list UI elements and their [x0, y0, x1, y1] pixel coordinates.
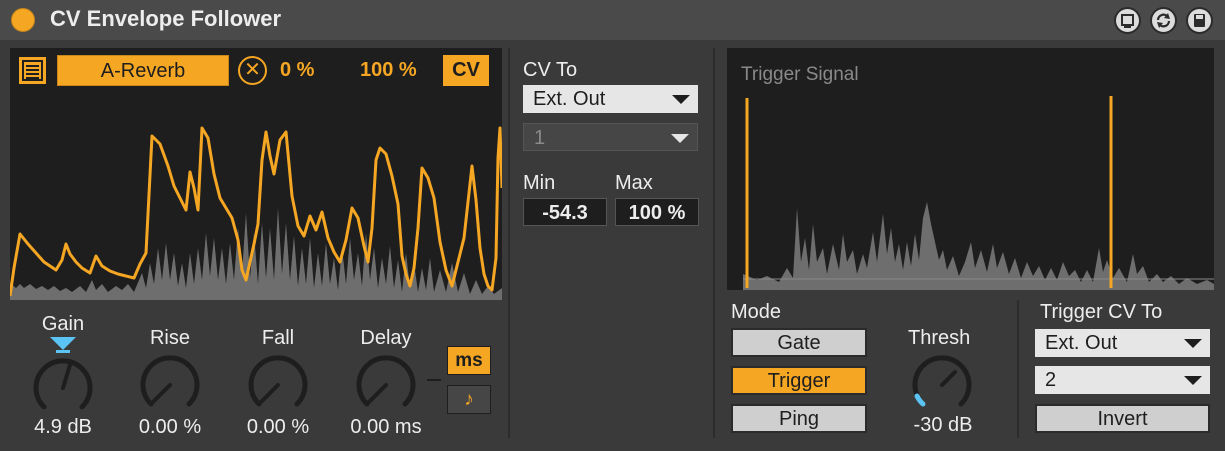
max-value-box[interactable]: 100 %: [615, 198, 699, 226]
save-preset-button[interactable]: [1186, 7, 1213, 34]
cv-channel-dropdown[interactable]: 1: [523, 123, 698, 151]
chevron-down-icon: [671, 134, 689, 143]
cv-to-dropdown[interactable]: Ext. Out: [523, 85, 698, 113]
remove-source-button[interactable]: ✕: [238, 56, 267, 85]
hot-swap-icon: [1121, 14, 1134, 28]
fall-knob[interactable]: [245, 352, 311, 418]
gain-label: Gain: [41, 313, 85, 335]
save-icon: [1194, 14, 1205, 27]
section-divider: [508, 48, 510, 438]
chevron-down-icon: [1184, 376, 1202, 385]
thresh-knob[interactable]: [909, 352, 975, 418]
cv-channel-value: 1: [534, 127, 546, 149]
delay-knob[interactable]: [353, 352, 419, 418]
gain-knob[interactable]: [30, 355, 96, 421]
mode-trigger-button[interactable]: Trigger: [731, 366, 867, 395]
trigger-cv-to-value: Ext. Out: [1045, 332, 1118, 354]
view-toggle-button[interactable]: [17, 55, 48, 86]
rise-knob[interactable]: [137, 352, 203, 418]
input-source-button[interactable]: A-Reverb: [57, 55, 229, 86]
cv-to-label: CV To: [523, 59, 578, 81]
depth-value[interactable]: 100 %: [360, 59, 417, 82]
restore-button[interactable]: [1150, 7, 1177, 34]
section-divider: [1017, 300, 1019, 438]
unit-connector-line: [427, 379, 441, 381]
rise-label: Rise: [149, 327, 190, 349]
device-on-toggle[interactable]: [11, 8, 35, 32]
refresh-icon: [1156, 13, 1171, 28]
chevron-down-icon: [672, 95, 690, 104]
max-label: Max: [615, 172, 653, 194]
cv-toggle-button[interactable]: CV: [443, 55, 489, 86]
rise-value: 0.00 %: [138, 416, 202, 438]
fall-label: Fall: [261, 327, 295, 349]
mode-gate-button[interactable]: Gate: [731, 328, 867, 357]
thresh-label: Thresh: [908, 327, 971, 349]
invert-button[interactable]: Invert: [1035, 404, 1210, 433]
device-title: CV Envelope Follower: [50, 6, 282, 31]
list-lines-icon: [22, 60, 43, 81]
mode-label: Mode: [731, 301, 782, 323]
gain-marker-icon: [50, 337, 76, 353]
delay-label: Delay: [360, 327, 412, 349]
music-note-icon: ♪: [464, 389, 474, 410]
trigger-channel-dropdown[interactable]: 2: [1035, 366, 1210, 394]
offset-value[interactable]: 0 %: [280, 59, 314, 82]
section-divider: [713, 48, 715, 438]
trigger-channel-value: 2: [1045, 369, 1057, 391]
delay-ms-button[interactable]: ms: [447, 346, 491, 375]
thresh-value: -30 dB: [913, 414, 973, 436]
trigger-waveform: [743, 96, 1214, 290]
gain-value: 4.9 dB: [34, 416, 92, 438]
chevron-down-icon: [1184, 339, 1202, 348]
mode-ping-button[interactable]: Ping: [731, 404, 867, 433]
close-icon: ✕: [244, 59, 261, 81]
delay-value: 0.00 ms: [350, 416, 422, 438]
cv-to-value: Ext. Out: [533, 88, 606, 110]
fall-value: 0.00 %: [246, 416, 310, 438]
delay-sync-button[interactable]: ♪: [447, 385, 491, 414]
min-value-box[interactable]: -54.3: [523, 198, 607, 226]
min-label: Min: [523, 172, 556, 194]
hot-swap-button[interactable]: [1114, 7, 1141, 34]
trigger-cv-to-dropdown[interactable]: Ext. Out: [1035, 329, 1210, 357]
trigger-scope: Trigger Signal: [727, 48, 1214, 290]
trigger-cv-to-label: Trigger CV To: [1040, 301, 1163, 323]
